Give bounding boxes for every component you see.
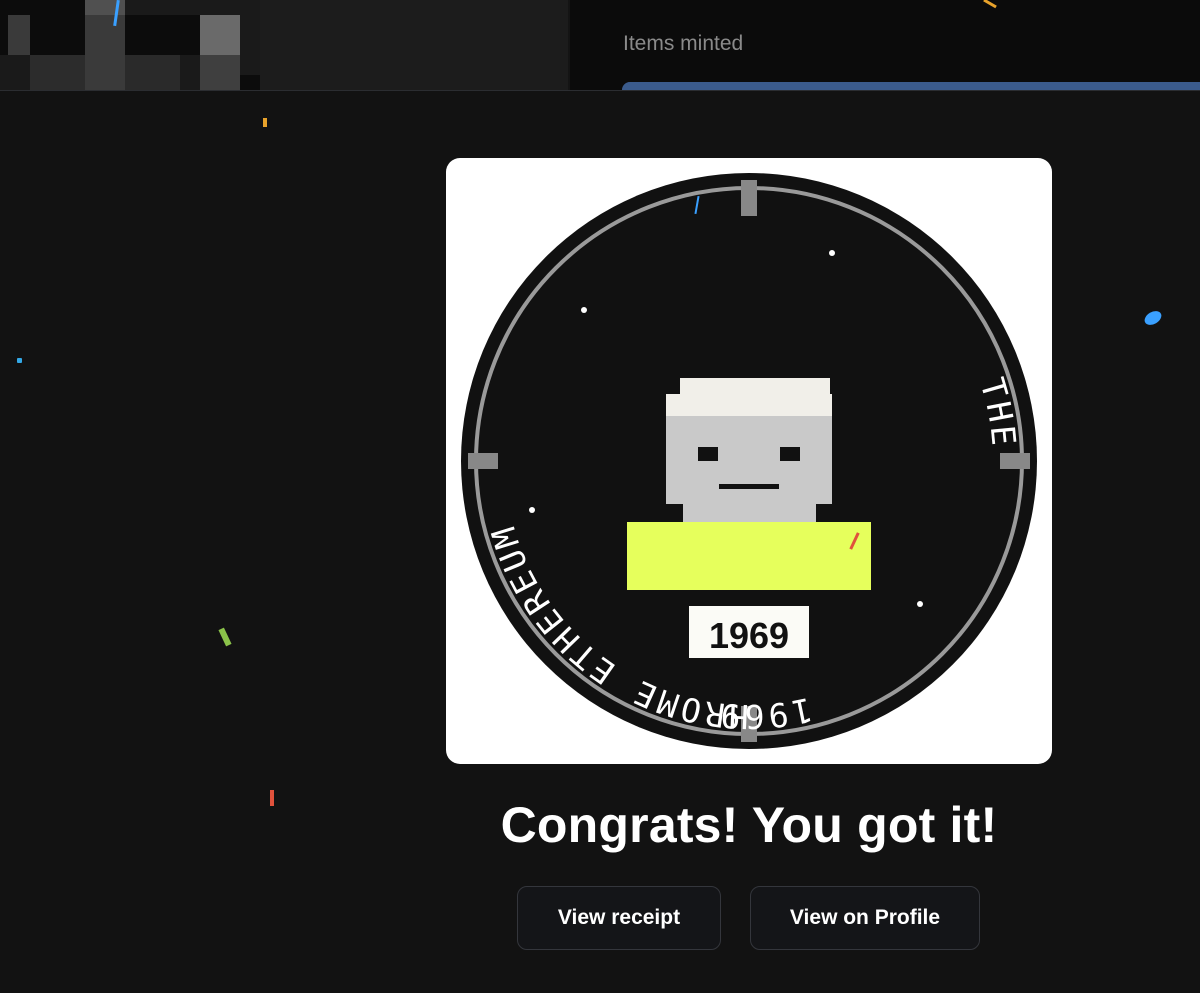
- view-receipt-button[interactable]: View receipt: [517, 886, 721, 950]
- success-title: Congrats! You got it!: [500, 797, 998, 853]
- nft-image: 1969 ETHEREUM THE MONOCHROME: [446, 158, 1052, 764]
- confetti: [17, 358, 22, 363]
- confetti: [270, 790, 274, 806]
- confetti: [263, 118, 267, 127]
- items-minted-label: Items minted: [623, 32, 744, 55]
- view-on-profile-button[interactable]: View on Profile: [750, 886, 980, 950]
- mint-progress-fill: [622, 82, 1200, 90]
- badge-number: 1969: [709, 615, 789, 656]
- confetti: [218, 627, 232, 647]
- top-bar: Items minted: [0, 0, 1200, 91]
- mint-progress-bar: [622, 82, 1200, 90]
- confetti: [1142, 308, 1164, 328]
- collection-thumbnail: [0, 0, 260, 90]
